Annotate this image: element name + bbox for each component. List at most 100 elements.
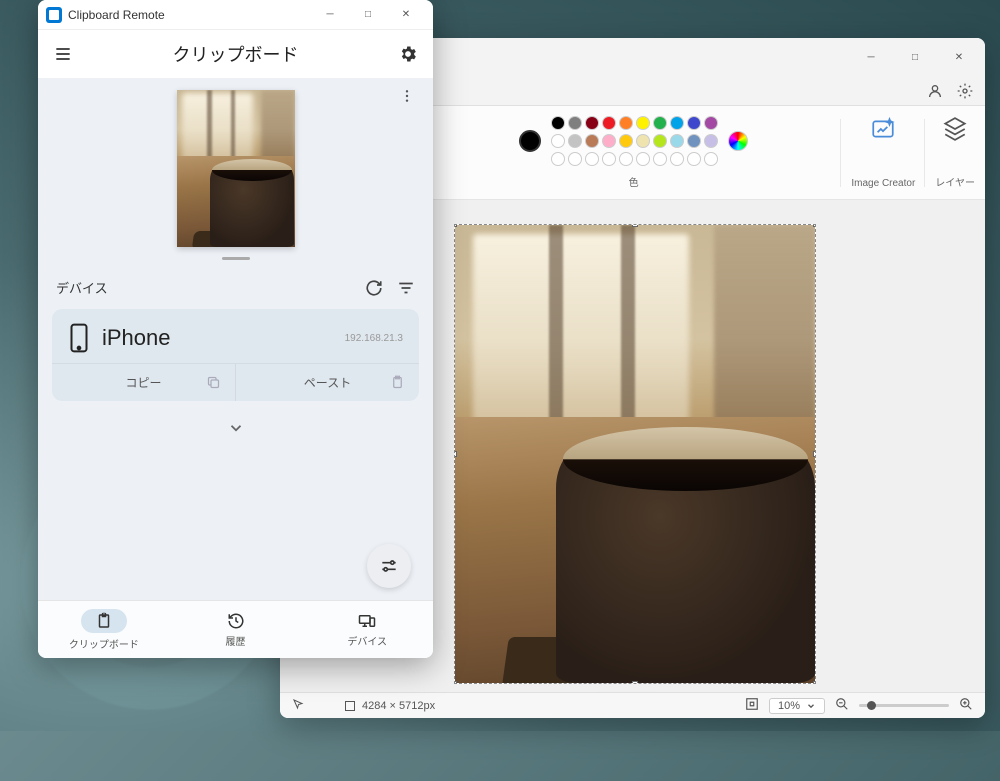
color-swatch[interactable] bbox=[704, 152, 718, 166]
color-swatch[interactable] bbox=[653, 134, 667, 148]
zoom-out-icon[interactable] bbox=[835, 697, 849, 714]
more-icon[interactable] bbox=[399, 88, 415, 109]
ribbon-group-layer[interactable]: レイヤー bbox=[925, 110, 985, 195]
devices-header: デバイス bbox=[38, 270, 433, 305]
color-swatch[interactable] bbox=[670, 116, 684, 130]
color-swatch[interactable] bbox=[670, 152, 684, 166]
user-icon[interactable] bbox=[927, 83, 943, 99]
ribbon-label-ic: Image Creator bbox=[851, 178, 915, 189]
zoom-select[interactable]: 10% bbox=[769, 698, 825, 714]
color-swatch[interactable] bbox=[585, 134, 599, 148]
resize-handle[interactable] bbox=[454, 681, 457, 684]
color-swatch[interactable] bbox=[551, 134, 565, 148]
resize-handle[interactable] bbox=[632, 224, 638, 227]
color-swatch[interactable] bbox=[619, 116, 633, 130]
cursor-tool-icon bbox=[292, 698, 304, 713]
color-wheel-icon[interactable] bbox=[728, 131, 748, 151]
color-swatch[interactable] bbox=[653, 152, 667, 166]
paint-statusbar: 4284 × 5712px 10% bbox=[280, 692, 985, 718]
chevron-down-icon bbox=[227, 419, 245, 437]
copy-icon bbox=[206, 375, 221, 390]
menu-icon[interactable] bbox=[52, 43, 74, 65]
color-swatch[interactable] bbox=[585, 152, 599, 166]
filter-icon[interactable] bbox=[397, 279, 415, 297]
app-icon bbox=[46, 7, 62, 23]
color-swatch[interactable] bbox=[602, 134, 616, 148]
page-title: クリップボード bbox=[74, 41, 397, 67]
color-swatch[interactable] bbox=[568, 116, 582, 130]
color-swatch[interactable] bbox=[687, 152, 701, 166]
color-swatch[interactable] bbox=[687, 134, 701, 148]
clipboard-icon bbox=[390, 375, 405, 390]
device-ip: 192.168.21.3 bbox=[345, 333, 403, 344]
color-swatch[interactable] bbox=[585, 116, 599, 130]
cr-header: クリップボード bbox=[38, 30, 433, 78]
tune-icon bbox=[379, 556, 399, 576]
close-button[interactable]: ✕ bbox=[937, 41, 981, 73]
cr-body: デバイス iPhone 192.168.21.3 コピー ペースト bbox=[38, 78, 433, 600]
expand-button[interactable] bbox=[38, 405, 433, 456]
devices-label: デバイス bbox=[56, 278, 108, 297]
maximize-button[interactable]: □ bbox=[893, 41, 937, 73]
color-swatch[interactable] bbox=[653, 116, 667, 130]
color-swatch[interactable] bbox=[602, 116, 616, 130]
color-swatch[interactable] bbox=[670, 134, 684, 148]
zoom-slider[interactable] bbox=[859, 704, 949, 707]
resize-handle[interactable] bbox=[454, 224, 457, 227]
clipboard-thumbnail[interactable] bbox=[177, 90, 295, 247]
resize-handle[interactable] bbox=[813, 451, 816, 457]
color-swatch[interactable] bbox=[704, 134, 718, 148]
device-name: iPhone bbox=[102, 325, 345, 351]
window-title: Clipboard Remote bbox=[68, 8, 165, 22]
color-swatch[interactable] bbox=[704, 116, 718, 130]
ribbon-label-color: 色 bbox=[629, 174, 639, 189]
device-card: iPhone 192.168.21.3 コピー ペースト bbox=[52, 309, 419, 401]
maximize-button[interactable]: □ bbox=[349, 1, 387, 29]
tune-fab[interactable] bbox=[367, 544, 411, 588]
device-row[interactable]: iPhone 192.168.21.3 bbox=[52, 319, 419, 363]
color-swatch[interactable] bbox=[568, 152, 582, 166]
sparkle-image-icon bbox=[870, 116, 896, 142]
color-swatch[interactable] bbox=[636, 152, 650, 166]
zoom-in-icon[interactable] bbox=[959, 697, 973, 714]
history-icon bbox=[227, 612, 245, 630]
color-swatch[interactable] bbox=[636, 134, 650, 148]
color-swatch[interactable] bbox=[619, 134, 633, 148]
color-swatch[interactable] bbox=[687, 116, 701, 130]
copy-button[interactable]: コピー bbox=[52, 364, 236, 401]
drag-handle[interactable] bbox=[222, 257, 250, 260]
canvas-image[interactable] bbox=[454, 224, 816, 684]
resize-handle[interactable] bbox=[454, 451, 457, 457]
nav-clipboard[interactable]: クリップボード bbox=[38, 601, 170, 658]
paste-button[interactable]: ペースト bbox=[236, 364, 419, 401]
minimize-button[interactable]: ─ bbox=[849, 41, 893, 73]
close-button[interactable]: ✕ bbox=[387, 1, 425, 29]
ribbon-group-imagecreator[interactable]: Image Creator bbox=[841, 110, 925, 195]
cr-titlebar: Clipboard Remote ─ □ ✕ bbox=[38, 0, 433, 30]
color-palette bbox=[551, 116, 718, 166]
resize-handle[interactable] bbox=[632, 681, 638, 684]
clipboard-remote-window: Clipboard Remote ─ □ ✕ クリップボード bbox=[38, 0, 433, 658]
fit-icon[interactable] bbox=[745, 697, 759, 714]
resize-handle[interactable] bbox=[813, 224, 816, 227]
devices-icon bbox=[358, 612, 376, 630]
ribbon-label-layer: レイヤー bbox=[935, 174, 975, 189]
refresh-icon[interactable] bbox=[365, 279, 383, 297]
nav-devices[interactable]: デバイス bbox=[301, 601, 433, 658]
color-swatch[interactable] bbox=[551, 152, 565, 166]
color-swatch[interactable] bbox=[619, 152, 633, 166]
color-swatch[interactable] bbox=[636, 116, 650, 130]
resize-handle[interactable] bbox=[813, 681, 816, 684]
minimize-button[interactable]: ─ bbox=[311, 1, 349, 29]
color-swatch[interactable] bbox=[602, 152, 616, 166]
clipboard-preview bbox=[38, 78, 433, 270]
canvas-dimensions: 4284 × 5712px bbox=[344, 700, 435, 712]
device-actions: コピー ペースト bbox=[52, 363, 419, 401]
color-swatch[interactable] bbox=[568, 134, 582, 148]
color-swatch[interactable] bbox=[551, 116, 565, 130]
gear-icon[interactable] bbox=[397, 43, 419, 65]
nav-history[interactable]: 履歴 bbox=[170, 601, 302, 658]
ribbon-group-color: 色 bbox=[426, 110, 842, 195]
primary-color-swatch[interactable] bbox=[519, 130, 541, 152]
settings-icon[interactable] bbox=[957, 83, 973, 99]
